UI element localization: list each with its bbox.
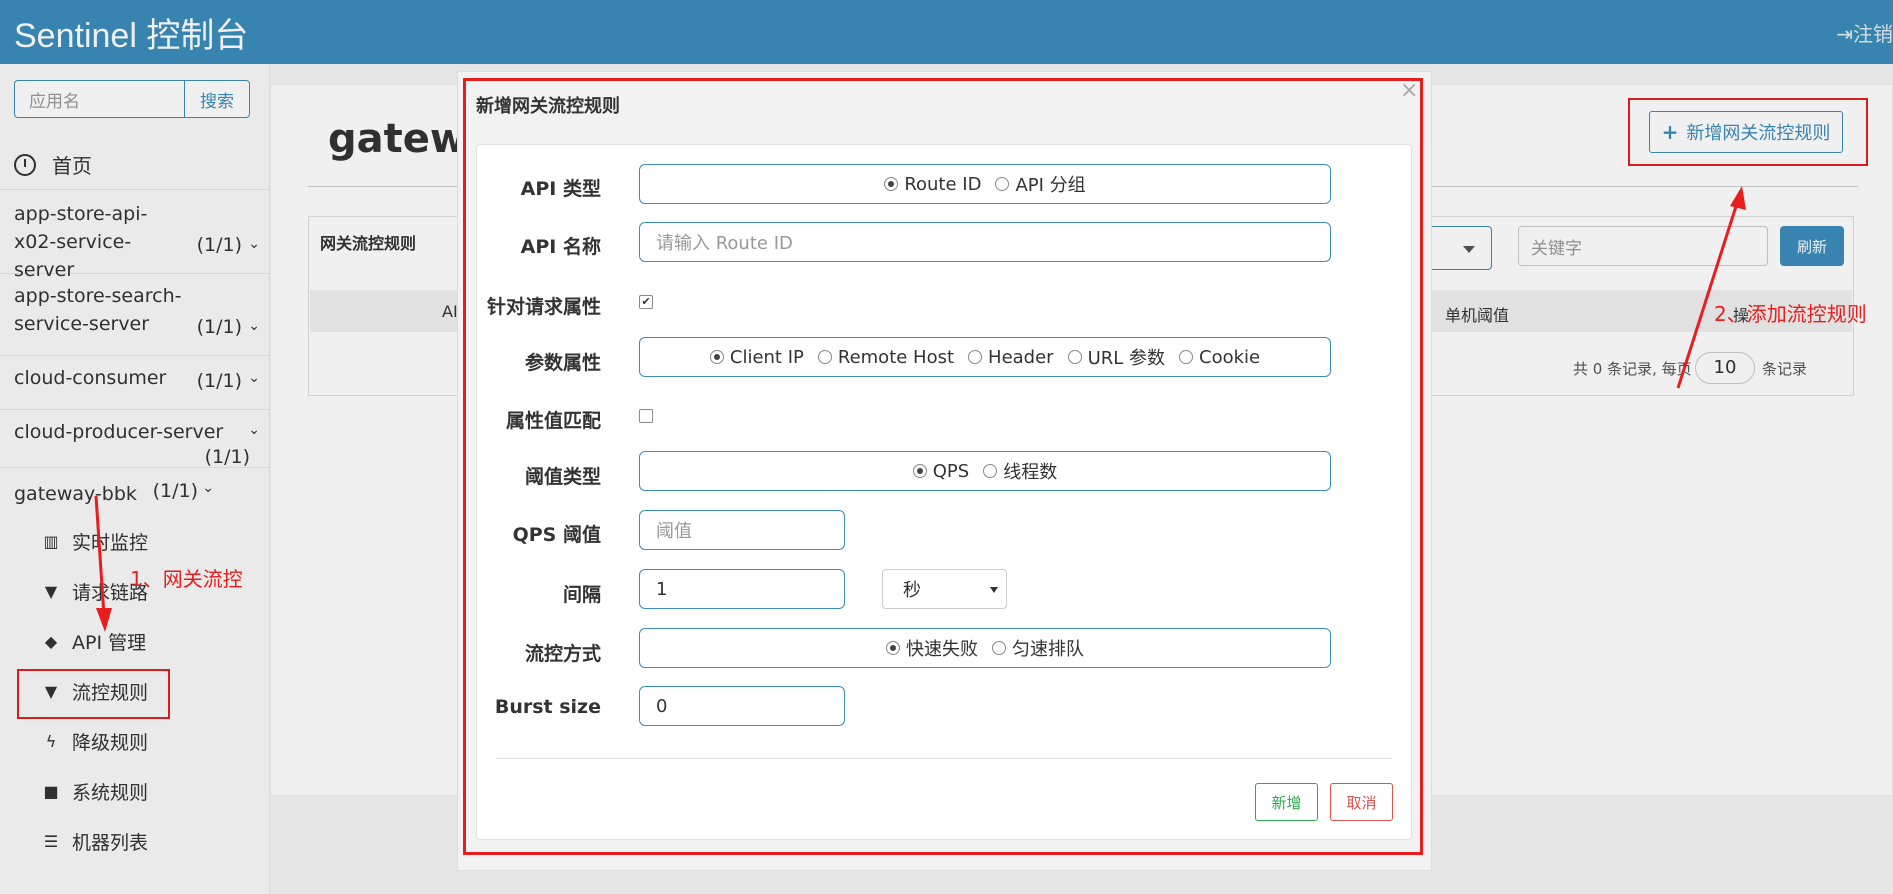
annotation-step1: 1、网关流控 <box>130 567 243 591</box>
annotation-step2: 2、添加流控规则 <box>1714 302 1867 326</box>
annotation-highlight-modal <box>463 78 1423 855</box>
